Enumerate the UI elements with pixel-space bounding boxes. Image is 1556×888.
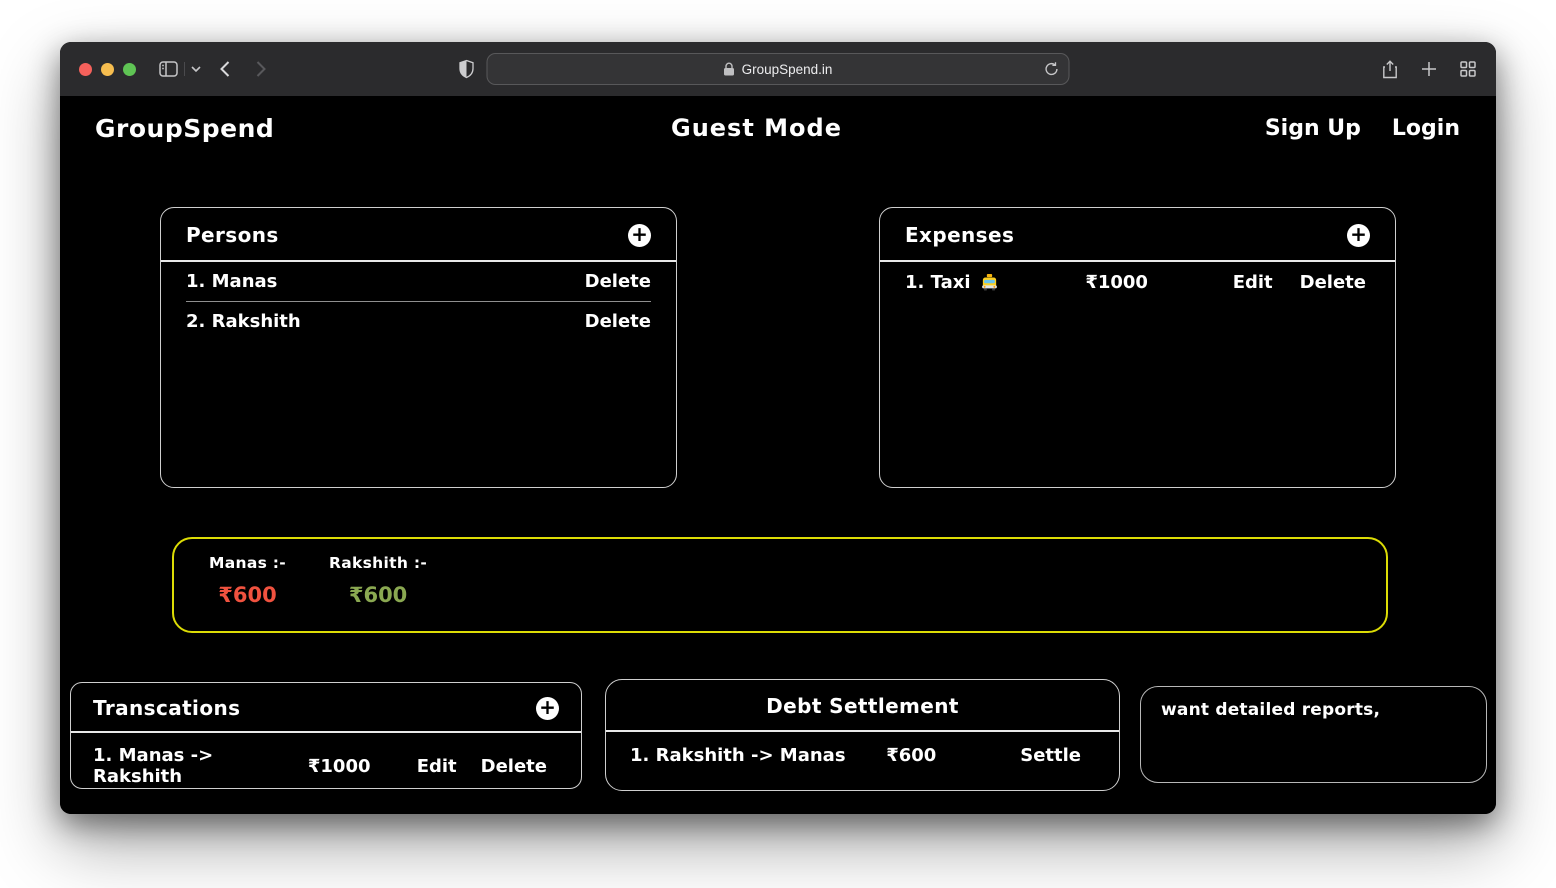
transaction-amount: ₹1000 — [308, 756, 417, 777]
expenses-card: Expenses + 1. Taxi — [879, 207, 1396, 488]
transactions-title: Transcations — [93, 696, 240, 720]
expenses-title: Expenses — [905, 223, 1014, 247]
person-row: 1. Manas Delete — [186, 262, 651, 301]
person-name: 1. Manas — [186, 271, 585, 292]
expense-name: 1. Taxi — [905, 272, 971, 293]
debt-settlement-title: Debt Settlement — [766, 694, 959, 718]
persons-title: Persons — [186, 223, 279, 247]
edit-expense-button[interactable]: Edit — [1233, 272, 1273, 293]
plus-icon: + — [631, 224, 648, 244]
person-name: 2. Rakshith — [186, 311, 585, 332]
tab-overview-icon[interactable] — [1460, 61, 1476, 77]
add-expense-button[interactable]: + — [1347, 224, 1370, 247]
transactions-header: Transcations + — [71, 683, 581, 733]
share-icon[interactable] — [1382, 60, 1398, 79]
add-person-button[interactable]: + — [628, 224, 651, 247]
back-icon[interactable] — [220, 61, 230, 78]
lock-icon — [724, 62, 735, 76]
expenses-header: Expenses + — [880, 208, 1395, 262]
settle-button[interactable]: Settle — [1020, 745, 1095, 766]
transaction-label: 1. Manas -> Rakshith — [93, 745, 308, 787]
forward-icon[interactable] — [256, 61, 266, 78]
person-row: 2. Rakshith Delete — [186, 301, 651, 341]
debt-row: 1. Rakshith -> Manas ₹600 Settle — [630, 732, 1095, 766]
debt-settlement-header: Debt Settlement — [606, 680, 1119, 732]
reports-box[interactable]: want detailed reports, — [1140, 686, 1487, 783]
taxi-emoji-icon — [980, 273, 999, 292]
browser-window: GroupSpend.in — [60, 42, 1496, 814]
toolbar-divider — [184, 62, 185, 76]
address-url: GroupSpend.in — [742, 62, 833, 77]
debt-amount: ₹600 — [886, 745, 1020, 766]
signup-button[interactable]: Sign Up — [1265, 116, 1361, 141]
balance-person-name: Rakshith :- — [329, 554, 427, 572]
shield-icon[interactable] — [459, 60, 474, 79]
window-controls — [79, 63, 136, 76]
balance-entry: Rakshith :- ₹600 — [329, 554, 427, 631]
balance-amount-positive: ₹600 — [329, 583, 427, 607]
browser-toolbar: GroupSpend.in — [60, 42, 1496, 96]
minimize-button[interactable] — [101, 63, 114, 76]
guest-mode-label: Guest Mode — [671, 114, 842, 142]
debt-settlement-card: Debt Settlement 1. Rakshith -> Manas ₹60… — [605, 679, 1120, 791]
expense-amount: ₹1000 — [1085, 272, 1232, 293]
balance-summary-box: Manas :- ₹600 Rakshith :- ₹600 — [172, 537, 1388, 633]
app-page: GroupSpend Guest Mode Sign Up Login Pers… — [60, 96, 1496, 814]
plus-icon: + — [539, 697, 556, 717]
refresh-icon[interactable] — [1045, 62, 1059, 77]
login-button[interactable]: Login — [1392, 116, 1460, 141]
persons-header: Persons + — [161, 208, 676, 262]
expense-label: 1. Taxi — [905, 272, 1085, 293]
transactions-card: Transcations + 1. Manas -> Rakshith ₹100… — [70, 682, 582, 789]
add-transaction-button[interactable]: + — [536, 697, 559, 720]
app-logo: GroupSpend — [95, 114, 274, 143]
balance-entry: Manas :- ₹600 — [209, 554, 286, 631]
debt-label: 1. Rakshith -> Manas — [630, 745, 886, 766]
close-button[interactable] — [79, 63, 92, 76]
app-header: GroupSpend Guest Mode Sign Up Login — [95, 110, 1460, 146]
auth-links: Sign Up Login — [1265, 116, 1460, 141]
transaction-row: 1. Manas -> Rakshith ₹1000 Edit Delete — [93, 733, 559, 787]
persons-card: Persons + 1. Manas Delete 2. Rakshith De… — [160, 207, 677, 488]
delete-person-button[interactable]: Delete — [585, 271, 651, 292]
new-tab-icon[interactable] — [1421, 61, 1437, 77]
reports-text: want detailed reports, — [1161, 700, 1380, 720]
delete-expense-button[interactable]: Delete — [1300, 272, 1366, 293]
balance-amount-negative: ₹600 — [209, 583, 286, 607]
address-bar[interactable]: GroupSpend.in — [487, 53, 1070, 85]
sidebar-icon[interactable] — [159, 61, 178, 77]
fullscreen-button[interactable] — [123, 63, 136, 76]
plus-icon: + — [1350, 224, 1367, 244]
expense-row: 1. Taxi — [905, 262, 1370, 293]
toolbar-right-icons — [1382, 42, 1476, 96]
delete-transaction-button[interactable]: Delete — [481, 756, 547, 777]
balance-person-name: Manas :- — [209, 554, 286, 572]
chevron-down-icon[interactable] — [191, 66, 201, 73]
edit-transaction-button[interactable]: Edit — [417, 756, 457, 777]
delete-person-button[interactable]: Delete — [585, 311, 651, 332]
